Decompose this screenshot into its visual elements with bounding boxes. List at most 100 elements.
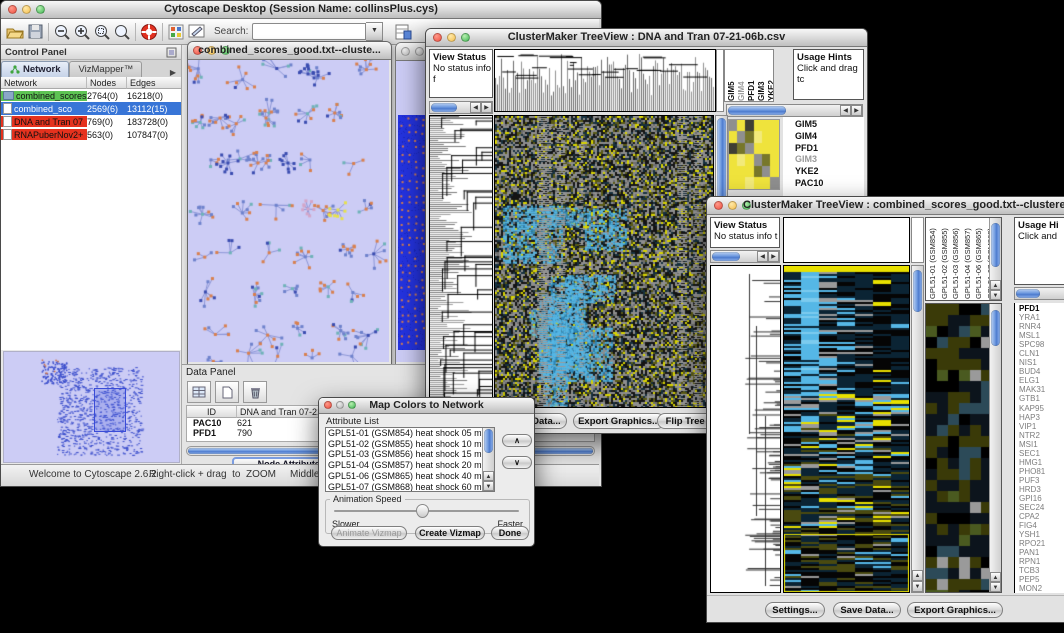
open-session-button[interactable] <box>5 22 25 42</box>
birdseye-view[interactable] <box>3 351 180 463</box>
scrollbar-thumb[interactable] <box>431 103 457 112</box>
scroll-right-arrow[interactable]: ▶ <box>768 251 779 262</box>
tv1-heatmap-pane[interactable] <box>494 115 714 408</box>
scrollbar-thumb[interactable] <box>991 310 1000 346</box>
tv2-heatmap-pane[interactable] <box>783 265 910 593</box>
minimize-button[interactable] <box>415 47 424 56</box>
scroll-left-arrow[interactable]: ◀ <box>470 102 481 113</box>
scroll-down-arrow[interactable]: ▼ <box>483 481 494 491</box>
scroll-down-arrow[interactable]: ▼ <box>990 582 1001 592</box>
network-2-grid-canvas[interactable] <box>398 115 428 350</box>
network-table-row[interactable]: combined_scores2764(0)16218(0) <box>1 89 181 102</box>
save-session-button[interactable] <box>25 22 45 42</box>
new-attribute-button[interactable] <box>215 381 239 403</box>
column-header-edges[interactable]: Edges <box>127 77 181 89</box>
attribute-list-item[interactable]: GPL51-02 (GSM855) heat shock 10 min <box>326 439 494 450</box>
select-attributes-button[interactable] <box>187 381 211 403</box>
attribute-list[interactable]: GPL51-01 (GSM854) heat shock 05 minGPL51… <box>325 427 495 492</box>
close-button[interactable] <box>714 201 723 210</box>
scroll-left-arrow[interactable]: ◀ <box>840 105 851 116</box>
search-input[interactable] <box>252 23 366 40</box>
help-lifebuoy-icon[interactable] <box>139 22 159 42</box>
scroll-up-arrow[interactable]: ▲ <box>912 570 923 581</box>
import-table-icon[interactable] <box>393 22 413 42</box>
tab-network[interactable]: Network <box>1 61 69 77</box>
network-table-row[interactable]: DNA and Tran 07769(0)183728(0) <box>1 115 181 128</box>
scroll-up-arrow[interactable]: ▲ <box>990 572 1001 582</box>
move-down-button[interactable]: ∨ <box>502 456 532 469</box>
tv1-mini-heatmap-pane[interactable] <box>728 119 780 190</box>
treeview2-titlebar[interactable]: ClusterMaker TreeView : combined_scores_… <box>707 197 1064 215</box>
create-vizmap-button[interactable]: Create Vizmap <box>415 526 485 540</box>
network-canvas[interactable] <box>188 60 389 362</box>
tv1-mini-heatmap-canvas[interactable] <box>729 120 779 189</box>
column-header-network[interactable]: Network <box>1 77 87 89</box>
zoom-selected-icon[interactable] <box>92 22 112 42</box>
tab-vizmapper[interactable]: VizMapper™ <box>69 61 142 77</box>
scroll-left-arrow[interactable]: ◀ <box>757 251 768 262</box>
tv1-gene-dendrogram-canvas[interactable] <box>430 116 492 407</box>
network-view-titlebar[interactable]: combined_scores_good.txt--cluste... <box>188 42 391 60</box>
tv1-gene-dendrogram-pane[interactable] <box>429 115 493 408</box>
tv2-status-scrollbar[interactable]: ◀ ▶ <box>710 250 780 263</box>
tv1-heatmap-canvas[interactable] <box>495 116 713 407</box>
scroll-up-arrow[interactable]: ▲ <box>990 280 1001 290</box>
tv2-button-export-graphics-[interactable]: Export Graphics... <box>907 602 1003 618</box>
move-up-button[interactable]: ∧ <box>502 434 532 447</box>
tv1-button-export-graphics-[interactable]: Export Graphics... <box>573 413 665 429</box>
tv2-labels-scrollbar[interactable]: ▲ ▼ <box>989 218 1001 300</box>
tv2-heatmap-canvas[interactable] <box>784 266 909 592</box>
zoom-out-icon[interactable] <box>52 22 72 42</box>
attribute-list-item[interactable]: GPL51-04 (GSM857) heat shock 20 min <box>326 460 494 471</box>
tab-overflow-button[interactable]: ▶ <box>165 68 181 77</box>
minimize-button[interactable] <box>728 201 737 210</box>
birdseye-selection-rect[interactable] <box>94 388 126 432</box>
birdseye-canvas[interactable] <box>5 353 178 462</box>
animate-vizmap-button[interactable]: Animate Vizmap <box>331 526 407 540</box>
zoom-fit-icon[interactable] <box>112 22 132 42</box>
search-dropdown-button[interactable]: ▼ <box>366 22 383 41</box>
network-view-window[interactable]: combined_scores_good.txt--cluste... <box>187 41 392 365</box>
tv2-gene-dendrogram-pane[interactable] <box>710 265 781 593</box>
tv2-zoom-scrollbar[interactable]: ▲ ▼ <box>989 304 1001 592</box>
scrollbar-thumb[interactable] <box>1016 289 1040 298</box>
tv2-button-save-data-[interactable]: Save Data... <box>833 602 901 618</box>
scrollbar-thumb[interactable] <box>913 270 922 312</box>
map-colors-dialog[interactable]: Map Colors to Network Attribute List GPL… <box>318 397 535 547</box>
tv2-zoom-heatmap-pane[interactable]: ▲ ▼ <box>925 303 1002 593</box>
done-button[interactable]: Done <box>491 526 529 540</box>
attribute-list-scrollbar[interactable]: ▲ ▼ <box>482 428 494 491</box>
column-header-id[interactable]: ID <box>187 406 237 418</box>
column-header-nodes[interactable]: Nodes <box>87 77 127 89</box>
tv2-column-dendrogram-pane[interactable] <box>783 217 910 263</box>
treeview1-titlebar[interactable]: ClusterMaker TreeView : DNA and Tran 07-… <box>426 29 867 47</box>
scroll-right-arrow[interactable]: ▶ <box>851 105 862 116</box>
scroll-down-arrow[interactable]: ▼ <box>912 581 923 592</box>
annotation-icon[interactable] <box>186 22 206 42</box>
zoom-in-icon[interactable] <box>72 22 92 42</box>
scrollbar-thumb[interactable] <box>712 252 740 261</box>
tv1-status-scrollbar[interactable]: ◀ ▶ <box>429 101 493 114</box>
tv2-button-settings-[interactable]: Settings... <box>765 602 825 618</box>
attribute-list-item[interactable]: GPL51-06 (GSM865) heat shock 40 min <box>326 471 494 482</box>
tv2-v-scrollbar[interactable]: ▲ ▼ <box>911 265 924 593</box>
speed-slider-thumb[interactable] <box>416 504 429 518</box>
close-button[interactable] <box>401 47 410 56</box>
scroll-up-arrow[interactable]: ▲ <box>483 471 494 481</box>
attribute-list-item[interactable]: GPL51-03 (GSM856) heat shock 15 min <box>326 449 494 460</box>
tv1-column-dendrogram-canvas[interactable] <box>495 50 715 111</box>
scrollbar-thumb[interactable] <box>991 223 1000 267</box>
main-titlebar[interactable]: Cytoscape Desktop (Session Name: collins… <box>1 1 601 19</box>
attribute-list-item[interactable]: GPL51-07 (GSM868) heat shock 60 min <box>326 482 494 492</box>
tv1-column-dendrogram-pane[interactable] <box>494 49 716 112</box>
network-table-row[interactable]: combined_sco2569(6)13112(15) <box>1 102 181 115</box>
network-table-row[interactable]: RNAPuberNov2+563(0)107847(0) <box>1 128 181 141</box>
attribute-list-item[interactable]: GPL51-01 (GSM854) heat shock 05 min <box>326 428 494 439</box>
vizmapper-icon[interactable] <box>166 22 186 42</box>
tv2-gene-dendrogram-canvas[interactable] <box>711 266 780 592</box>
tv1-global-h-scrollbar[interactable]: ◀ ▶ <box>726 104 863 117</box>
scroll-down-arrow[interactable]: ▼ <box>990 290 1001 300</box>
scroll-right-arrow[interactable]: ▶ <box>481 102 492 113</box>
tv2-zoom-heatmap-canvas[interactable] <box>926 304 990 592</box>
tv2-usage-scrollbar[interactable] <box>1014 287 1064 300</box>
